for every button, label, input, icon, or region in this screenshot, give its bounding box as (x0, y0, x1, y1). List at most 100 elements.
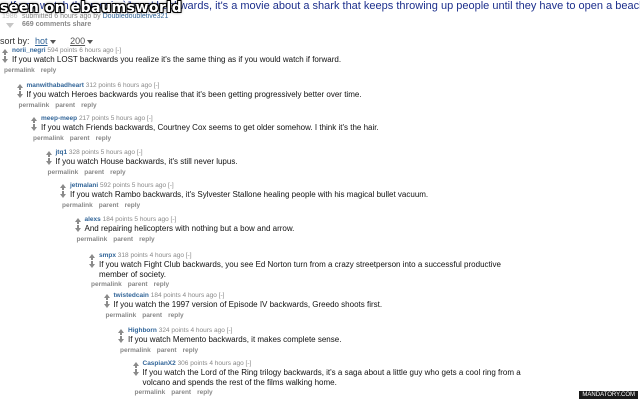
reply-link[interactable]: reply (125, 202, 141, 209)
permalink-link[interactable]: permalink (120, 347, 151, 354)
comment-meta: 324 points 4 hours ago (158, 327, 225, 334)
downvote-arrow-icon[interactable] (118, 336, 124, 343)
permalink-link[interactable]: permalink (33, 135, 64, 142)
comment: alexs 184 points 5 hours ago [-] And repa… (74, 216, 636, 250)
parent-link[interactable]: parent (55, 102, 75, 109)
comment-author-link[interactable]: smpx (99, 252, 116, 259)
collapse-toggle[interactable]: [-] (227, 327, 233, 334)
reply-link[interactable]: reply (96, 135, 112, 142)
upvote-arrow-icon[interactable] (2, 49, 8, 55)
parent-link[interactable]: parent (171, 389, 191, 396)
upvote-arrow-icon[interactable] (118, 329, 124, 335)
permalink-link[interactable]: permalink (4, 67, 35, 74)
sort-dropdown[interactable]: hot (35, 36, 48, 46)
downvote-arrow-icon[interactable] (2, 56, 8, 63)
comment-author-link[interactable]: jtq1 (56, 149, 68, 156)
comment-text-line: If you watch Heroes backwards you realis… (26, 90, 362, 99)
parent-link[interactable]: parent (128, 281, 148, 288)
comment-author-link[interactable]: manwithabadheart (27, 82, 84, 89)
upvote-arrow-icon[interactable] (31, 117, 37, 123)
comment: jetmalani 592 points 5 hours ago [-] If y… (60, 182, 635, 216)
permalink-link[interactable]: permalink (106, 312, 137, 319)
collapse-toggle[interactable]: [-] (168, 182, 174, 189)
collapse-toggle[interactable]: [-] (219, 292, 225, 299)
comment-limit-dropdown[interactable]: 200 (70, 36, 85, 46)
comment-text-line: If you watch House backwards, it's still… (55, 157, 238, 166)
comment-text-line: If you watch the Lord of the Ring trilog… (142, 368, 521, 377)
permalink-link[interactable]: permalink (135, 389, 166, 396)
comment-author-link[interactable]: Highborn (128, 327, 157, 334)
collapse-toggle[interactable]: [-] (186, 252, 192, 259)
comment-buttons: permalink parent reply (120, 347, 204, 354)
reply-link[interactable]: reply (41, 67, 57, 74)
collapse-toggle[interactable]: [-] (171, 216, 177, 223)
permalink-link[interactable]: permalink (19, 102, 50, 109)
parent-link[interactable]: parent (142, 312, 162, 319)
comment: Highborn 324 points 4 hours ago [-] If yo… (118, 327, 635, 361)
comment-tagline: manwithabadheart 312 points 6 hours ago … (27, 82, 160, 89)
comment-meta: 594 points 6 hours ago (47, 47, 114, 54)
collapse-toggle[interactable]: [-] (115, 47, 121, 54)
reply-link[interactable]: reply (81, 102, 97, 109)
chevron-down-icon[interactable] (87, 39, 94, 44)
comment-author-link[interactable]: norii_negri (12, 47, 46, 54)
comment-tagline: norii_negri 594 points 6 hours ago [-] (12, 47, 121, 54)
downvote-arrow-icon[interactable] (16, 91, 23, 98)
reply-link[interactable]: reply (139, 236, 155, 243)
parent-link[interactable]: parent (113, 236, 133, 243)
comment-body: If you watch Heroes backwards you realis… (27, 90, 362, 100)
downvote-arrow-icon[interactable] (45, 158, 52, 165)
upvote-arrow-icon[interactable] (16, 84, 23, 90)
comment-body: If you watch Rambo backwards, it's Sylve… (70, 190, 428, 200)
collapse-toggle[interactable]: [-] (246, 360, 252, 367)
upvote-arrow-icon[interactable] (45, 151, 52, 157)
comment-author-link[interactable]: jetmalani (70, 182, 98, 189)
permalink-link[interactable]: permalink (48, 169, 79, 176)
comment-text-line: If you watch Friends backwards, Courtney… (41, 123, 379, 132)
comment-author-link[interactable]: alexs (85, 216, 101, 223)
reply-link[interactable]: reply (154, 281, 170, 288)
comment-text-line: member of society. (99, 269, 166, 279)
comment-body: If you watch LOST backwards you realize … (12, 55, 341, 65)
comment-buttons: permalink parent reply (19, 102, 103, 109)
upvote-arrow-icon[interactable] (103, 294, 110, 300)
reply-link[interactable]: reply (197, 389, 213, 396)
comment-buttons: permalink parent reply (77, 236, 161, 243)
reply-link[interactable]: reply (183, 347, 199, 354)
parent-link[interactable]: parent (99, 202, 119, 209)
comment-tagline: meep-meep 217 points 5 hours ago [-] (41, 115, 153, 122)
permalink-link[interactable]: permalink (62, 202, 93, 209)
parent-link[interactable]: parent (70, 135, 90, 142)
collapse-toggle[interactable]: [-] (137, 149, 143, 156)
comments-link[interactable]: 669 comments (22, 21, 71, 28)
downvote-arrow-icon[interactable] (103, 301, 110, 308)
upvote-arrow-icon[interactable] (60, 184, 66, 190)
reply-link[interactable]: reply (168, 312, 184, 319)
comment-author-link[interactable]: CaspianX2 (143, 360, 176, 367)
collapse-toggle[interactable]: [-] (154, 82, 160, 89)
upvote-arrow-icon[interactable] (132, 362, 139, 368)
parent-link[interactable]: parent (157, 347, 177, 354)
comment-body: And repairing helicopters with nothing b… (85, 224, 295, 234)
comment: meep-meep 217 points 5 hours ago [-] If y… (31, 115, 635, 149)
downvote-arrow-icon[interactable] (6, 23, 14, 28)
comment-author-link[interactable]: meep-meep (41, 115, 77, 122)
permalink-link[interactable]: permalink (77, 236, 108, 243)
share-link[interactable]: share (73, 21, 92, 28)
downvote-arrow-icon[interactable] (132, 369, 139, 376)
comment-text-line: volcano and spends the rest of the films… (142, 377, 337, 387)
parent-link[interactable]: parent (84, 169, 104, 176)
downvote-arrow-icon[interactable] (89, 261, 95, 268)
collapse-toggle[interactable]: [-] (147, 115, 153, 122)
downvote-arrow-icon[interactable] (60, 191, 66, 198)
permalink-link[interactable]: permalink (91, 281, 122, 288)
comment-text-line: If you watch the 1997 version of Episode… (113, 300, 383, 309)
comment-tagline: twistedcain 184 points 4 hours ago [-] (114, 292, 225, 299)
reply-link[interactable]: reply (110, 169, 126, 176)
chevron-down-icon[interactable] (49, 39, 56, 44)
downvote-arrow-icon[interactable] (74, 225, 81, 232)
upvote-arrow-icon[interactable] (89, 254, 95, 260)
upvote-arrow-icon[interactable] (74, 218, 81, 224)
comment-author-link[interactable]: twistedcain (114, 292, 149, 299)
downvote-arrow-icon[interactable] (31, 124, 37, 131)
